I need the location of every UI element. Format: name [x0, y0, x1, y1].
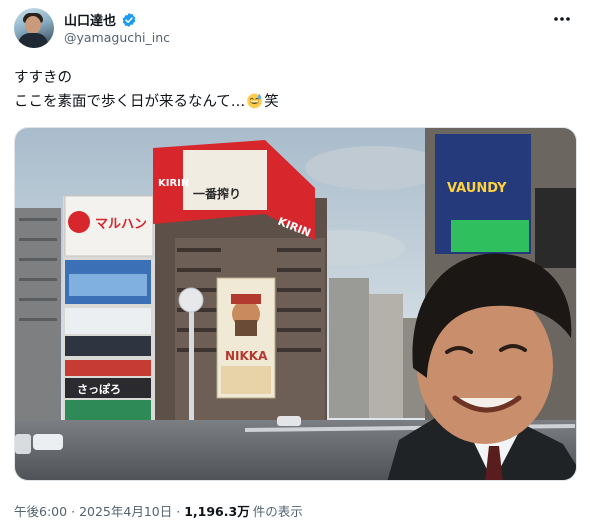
tweet-time[interactable]: 午後6:00 [14, 504, 67, 519]
distant-building [369, 294, 403, 418]
tweet-text-line-2-laugh: 笑 [264, 94, 279, 110]
views-count[interactable]: 1,196.3万 [184, 504, 250, 519]
vaundy-billboard-lower [451, 220, 529, 252]
tweet-meta: 午後6:00 · 2025年4月10日 · 1,196.3万 件の表示 [14, 501, 303, 520]
maruhan-logo [68, 211, 90, 233]
car [15, 434, 31, 454]
more-options-icon [554, 17, 570, 21]
tweet-date[interactable]: 2025年4月10日 [79, 504, 172, 519]
right-sign-dark [535, 188, 576, 268]
billboard-white [65, 308, 151, 334]
grinning-face-with-sweat-icon [247, 93, 263, 109]
meta-separator: · [71, 504, 76, 519]
meta-separator: · [176, 504, 181, 519]
nikka-text: NIKKA [225, 349, 268, 363]
night-sign-text: さっぽろ [77, 382, 121, 396]
author-name-row[interactable]: 山口達也 [64, 10, 137, 29]
avatar-body [18, 33, 48, 48]
avatar[interactable] [14, 8, 54, 48]
tweet-text-line-2: ここを素面で歩く日が来るなんて… 笑 [14, 90, 279, 114]
views-label: 件の表示 [252, 504, 303, 519]
billboard-dark [65, 336, 151, 356]
verified-badge-icon [122, 12, 136, 27]
nikka-man-hat [231, 294, 261, 304]
vaundy-text: VAUNDY [447, 181, 507, 196]
distant-building [329, 278, 369, 418]
kirin-sign-panel [183, 150, 267, 210]
car [277, 416, 301, 426]
tweet-text-line-2-main: ここを素面で歩く日が来るなんて… [14, 94, 246, 110]
tweet-text-line-1: すすきの [14, 70, 72, 86]
kirin-top-text: KIRIN [158, 178, 189, 189]
display-name[interactable]: 山口達也 [64, 10, 116, 29]
tweet: 山口達也 @yamaguchi_inc すすきの ここを素面で歩く日が来るなんて… [0, 0, 590, 532]
nikka-man-beard [235, 320, 257, 336]
billboard-blue-inner [69, 274, 147, 296]
more-options-button[interactable] [548, 8, 576, 30]
billboard-red [65, 360, 151, 376]
avatar-face [25, 16, 41, 34]
ichiban-text: 一番搾り [193, 186, 241, 201]
street-light-lamp [178, 287, 204, 313]
tweet-photo[interactable]: マルハン さっぽろ KIRIN 一番搾り KIRIN NIKKA VAUNDY [14, 127, 577, 481]
tweet-text: すすきの ここを素面で歩く日が来るなんて… 笑 [14, 66, 279, 114]
cloud [305, 146, 445, 190]
photo-scene: マルハン さっぽろ KIRIN 一番搾り KIRIN NIKKA VAUNDY [15, 128, 576, 480]
author-handle[interactable]: @yamaguchi_inc [64, 30, 170, 45]
billboard-green [65, 400, 151, 420]
car [33, 434, 63, 450]
nikka-sign-lower [221, 366, 271, 394]
maruhan-sign-text: マルハン [95, 217, 147, 232]
